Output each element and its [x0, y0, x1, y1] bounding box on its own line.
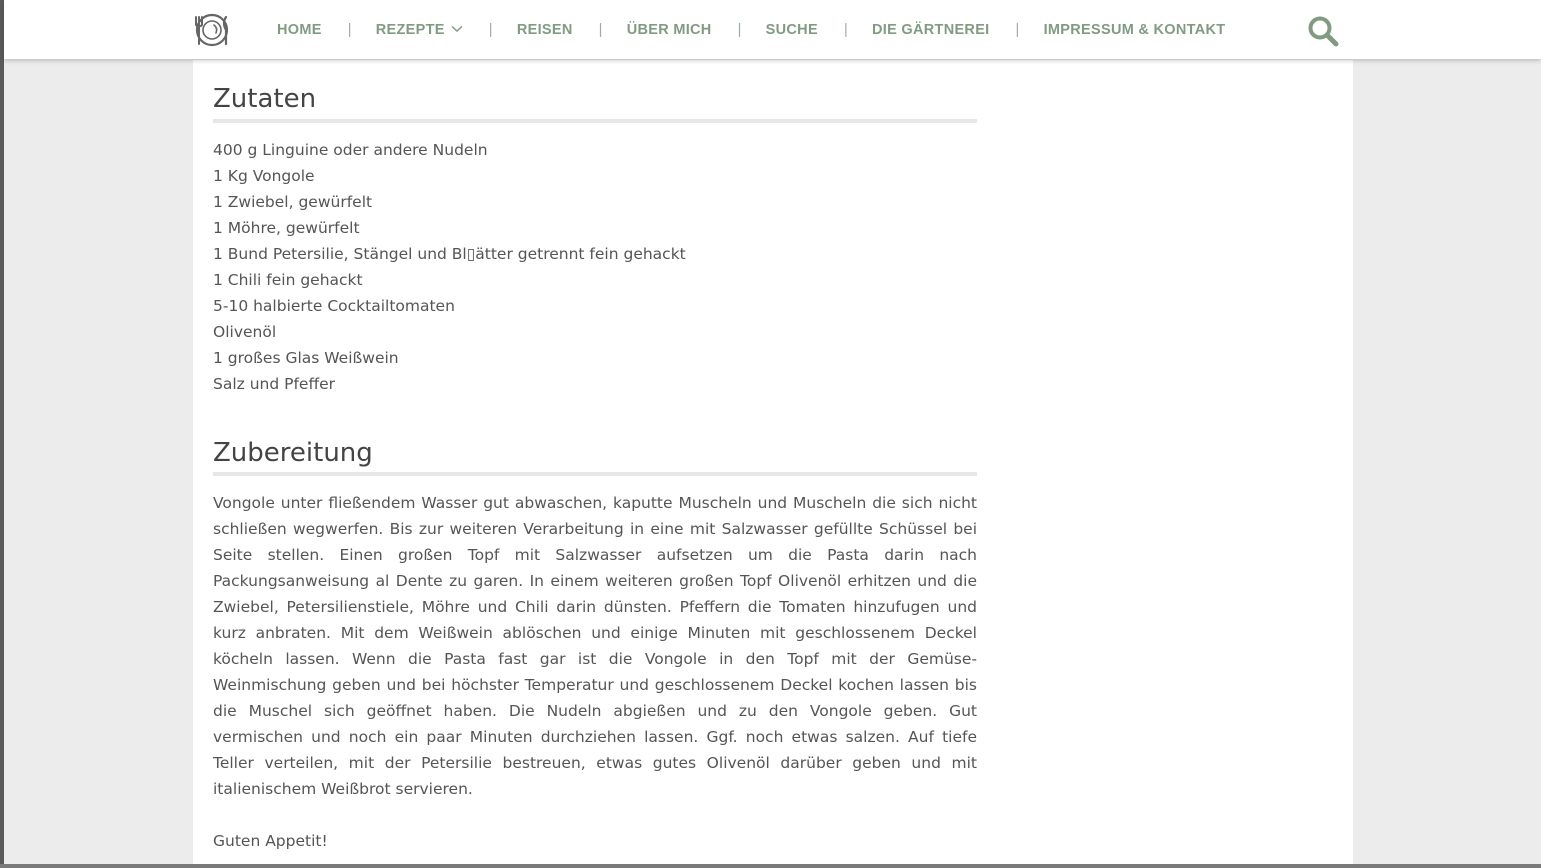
preparation-text: Vongole unter fließendem Wasser gut abwa…: [213, 494, 977, 798]
nav-item-suche[interactable]: SUCHE: [766, 22, 818, 38]
nav-item-label: DIE GÄRTNEREI: [872, 21, 990, 38]
ingredient-item: 1 Kg Vongole: [213, 167, 315, 185]
ingredient-item: 1 Chili fein gehackt: [213, 271, 363, 289]
ingredient-item: 1 großes Glas Weißwein: [213, 349, 399, 367]
ingredient-item: Olivenöl: [213, 323, 277, 341]
nav-item-home[interactable]: HOME: [277, 22, 322, 38]
closing-text: Guten Appetit!: [213, 832, 328, 850]
heading-divider: [213, 119, 977, 123]
ingredients-list: 400 g Linguine oder andere Nudeln 1 Kg V…: [213, 137, 977, 397]
nav-separator: |: [598, 21, 603, 38]
nav-item-label: SUCHE: [765, 21, 818, 38]
nav-item-label: REZEPTE: [375, 21, 445, 38]
main-navigation: HOME | REZEPTE | REISEN | ÜBER MICH | SU…: [277, 0, 1225, 59]
heading-divider: [213, 472, 977, 476]
site-header: HOME | REZEPTE | REISEN | ÜBER MICH | SU…: [4, 0, 1541, 59]
nav-separator: |: [843, 21, 849, 38]
ingredient-item: 5-10 halbierte Cocktailtomaten: [213, 297, 455, 315]
search-icon[interactable]: [1307, 15, 1339, 47]
nav-item-label: IMPRESSUM & KONTAKT: [1043, 21, 1226, 38]
nav-item-ueber-mich[interactable]: ÜBER MICH: [627, 22, 712, 38]
ingredient-item: Salz und Pfeffer: [213, 375, 336, 393]
nav-item-rezepte[interactable]: REZEPTE: [376, 22, 463, 38]
nav-separator: |: [347, 21, 352, 38]
nav-separator: |: [1015, 21, 1020, 38]
nav-item-label: REISEN: [516, 21, 573, 38]
chevron-down-icon: [451, 25, 463, 33]
ingredient-item: 400 g Linguine oder andere Nudeln: [213, 141, 488, 159]
ingredient-item: 1 Zwiebel, gewürfelt: [213, 193, 373, 211]
nav-item-label: ÜBER MICH: [626, 21, 712, 38]
plate-cutlery-logo-icon[interactable]: [193, 13, 231, 47]
ingredient-item: 1 Möhre, gewürfelt: [213, 219, 360, 237]
ingredients-heading: Zutaten: [213, 84, 317, 114]
nav-separator: |: [737, 21, 742, 38]
recipe-article: Zutaten 400 g Linguine oder andere Nudel…: [213, 60, 977, 854]
nav-item-label: HOME: [277, 21, 322, 38]
window-bottom-border: [0, 864, 1541, 868]
nav-separator: |: [488, 21, 493, 38]
ingredient-item: 1 Bund Petersilie, Stängel und Bl▯ätter …: [213, 245, 686, 263]
preparation-heading: Zubereitung: [213, 438, 373, 468]
nav-item-die-gaertnerei[interactable]: DIE GÄRTNEREI: [872, 22, 990, 38]
nav-item-impressum-kontakt[interactable]: IMPRESSUM & KONTAKT: [1044, 22, 1226, 38]
window-left-border: [0, 0, 4, 868]
nav-item-reisen[interactable]: REISEN: [517, 22, 573, 38]
